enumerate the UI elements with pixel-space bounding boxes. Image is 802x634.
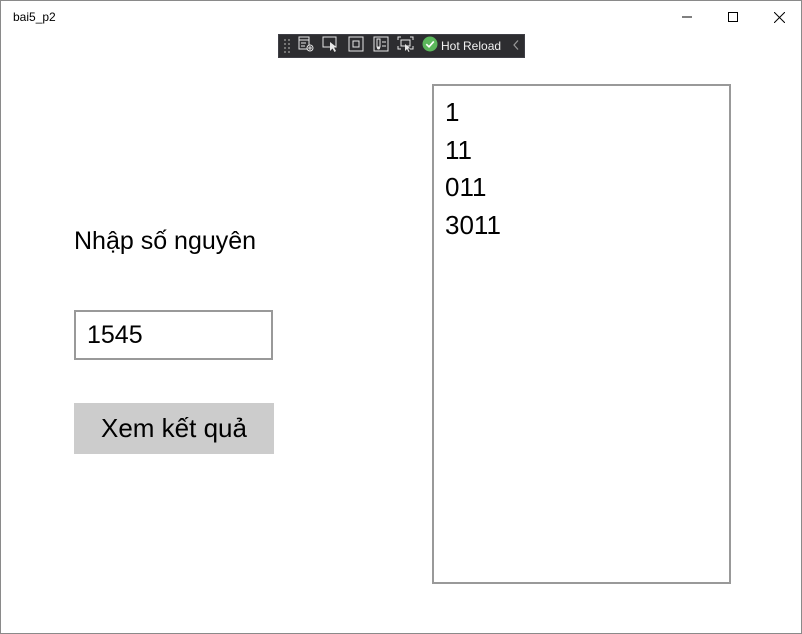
close-icon	[773, 11, 785, 23]
window-title: bai5_p2	[13, 10, 56, 24]
select-element-button[interactable]	[320, 36, 342, 56]
collapse-toolbar-button[interactable]	[511, 39, 521, 53]
title-bar[interactable]: bai5_p2	[1, 1, 801, 33]
hot-reload-check-icon	[422, 36, 438, 57]
xaml-debug-toolbar: Hot Reload	[278, 34, 525, 58]
prompt-label: Nhập số nguyên	[74, 227, 257, 255]
live-visual-tree-button[interactable]	[295, 36, 317, 56]
hot-reload-label: Hot Reload	[441, 39, 502, 53]
result-line: 1	[445, 97, 460, 127]
close-button[interactable]	[756, 1, 802, 33]
hot-reload-button[interactable]: Hot Reload	[422, 36, 501, 57]
minimize-button[interactable]	[664, 1, 710, 33]
chevron-left-icon	[513, 37, 519, 55]
track-focus-icon	[373, 36, 389, 57]
binding-failures-button[interactable]	[395, 36, 417, 56]
maximize-icon	[728, 12, 738, 22]
maximize-button[interactable]	[710, 1, 756, 33]
result-listbox[interactable]: 1 11 011 3011	[432, 84, 731, 584]
select-element-icon	[322, 36, 340, 57]
display-layout-adorners-icon	[348, 36, 364, 57]
live-visual-tree-icon	[298, 36, 314, 57]
display-layout-adorners-button[interactable]	[345, 36, 367, 56]
result-line: 011	[445, 172, 487, 202]
result-line: 11	[445, 134, 472, 165]
minimize-icon	[682, 12, 692, 22]
result-line: 3011	[445, 209, 501, 240]
binding-failures-icon	[397, 36, 415, 57]
toolbar-grip[interactable]	[283, 38, 291, 54]
app-window: bai5_p2 Hot Reload Nhập số nguyên 1545 X…	[0, 0, 802, 634]
number-input[interactable]	[74, 310, 273, 360]
track-focus-button[interactable]	[370, 36, 392, 56]
submit-button[interactable]: Xem kết quả	[74, 403, 274, 454]
